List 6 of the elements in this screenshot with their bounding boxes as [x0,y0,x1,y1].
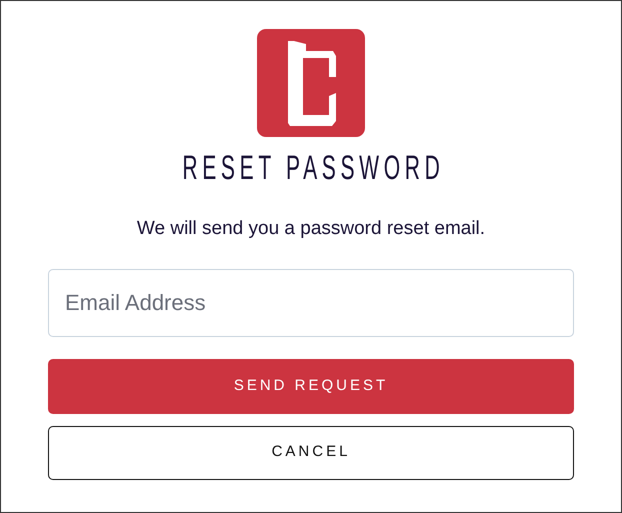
instruction-text: We will send you a password reset email. [136,217,486,241]
send-request-button[interactable]: SEND REQUEST [48,358,574,414]
page-title: RESET PASSWORD [181,151,444,185]
logo-icon [257,29,365,137]
email-field[interactable]: Email Address [48,268,574,336]
cancel-button[interactable]: CANCEL [48,426,574,480]
